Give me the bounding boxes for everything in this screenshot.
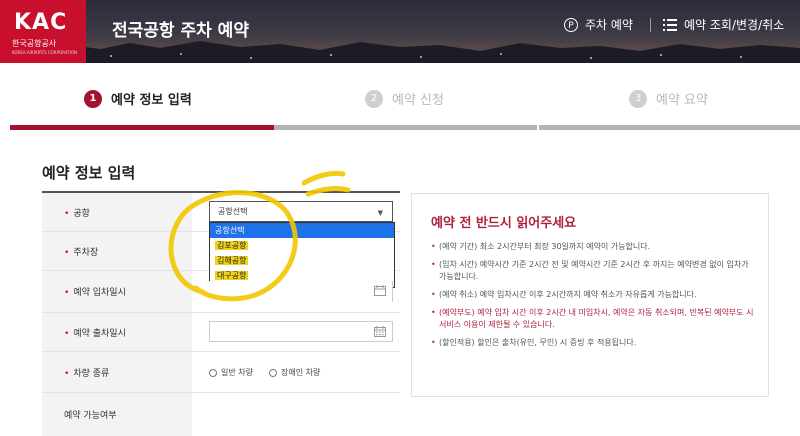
vehicle-type-label: 차량 종류 [73, 368, 110, 379]
nav-reservation-manage-label: 예약 조회/변경/취소 [684, 18, 785, 32]
airport-option[interactable]: 공항선택 [210, 223, 394, 238]
vehicle-option-disabled[interactable]: 장애인 차량 [268, 367, 320, 378]
notice-item: (예약 취소) 예약 입차시간 이후 2시간까지 예약 취소가 자유롭게 가능합… [431, 289, 757, 301]
step-1-label: 예약 정보 입력 [111, 93, 192, 108]
step-2-label: 예약 신청 [392, 93, 444, 108]
airport-dropdown-list: 공항선택 김포공항 김해공항 대구공항 [209, 222, 395, 288]
nav-divider [650, 18, 651, 32]
notice-item-warning: (예약부도) 예약 입차 시간 이후 2시간 내 미입차시, 예약은 자동 취소… [431, 307, 757, 331]
notice-title: 예약 전 반드시 읽어주세요 [431, 216, 577, 231]
airport-label: 공항 [73, 208, 90, 219]
step-3-number: 3 [629, 89, 647, 108]
notice-item: (할인적용) 할인은 출차(유인, 무인) 시 증빙 후 적용됩니다. [431, 337, 757, 349]
site-header: KAC 한국공항공사 KOREA AIRPORTS CORPORATION 전국… [0, 0, 800, 63]
step-2: 2 예약 신청 [365, 89, 444, 108]
bullet: • [64, 288, 70, 298]
exit-datetime-input[interactable] [209, 321, 393, 342]
radio-button[interactable] [268, 368, 277, 377]
step-1: 1 예약 정보 입력 [84, 89, 192, 108]
step-progress-bar [10, 125, 800, 130]
nav-parking-reservation[interactable]: P 주차 예약 [564, 16, 633, 33]
notice-item: (입차 시간) 예약시간 기준 2시간 전 및 예약시간 기준 2시간 후 까지… [431, 259, 757, 283]
step-progress-fill [10, 125, 274, 130]
step-1-number: 1 [84, 89, 102, 108]
logo-english-text: KOREA AIRPORTS CORPORATION [12, 50, 77, 55]
kac-logo[interactable]: KAC 한국공항공사 KOREA AIRPORTS CORPORATION [0, 0, 86, 63]
vehicle-type-radio-group: 일반 차량 장애인 차량 [209, 367, 336, 378]
step-indicator: 1 예약 정보 입력 2 예약 신청 3 예약 요약 [0, 63, 800, 130]
entry-datetime-input[interactable] [209, 281, 393, 302]
progress-divider [537, 125, 539, 130]
section-title: 예약 정보 입력 [42, 164, 136, 182]
step-2-number: 2 [365, 89, 383, 108]
bullet: • [64, 247, 70, 258]
availability-label: 예약 가능여부 [64, 411, 117, 421]
notice-box: 예약 전 반드시 읽어주세요 (예약 기간) 최소 2시간부터 최장 30일까지… [411, 193, 769, 397]
row-availability: 예약 가능여부 [42, 393, 400, 436]
airport-option[interactable]: 김해공항 [210, 253, 394, 268]
list-icon [663, 18, 677, 31]
site-title: 전국공항 주차 예약 [112, 21, 249, 41]
notice-item: (예약 기간) 최소 2시간부터 최장 30일까지 예약이 가능합니다. [431, 241, 757, 253]
logo-text: KAC [14, 10, 68, 35]
parking-icon: P [564, 17, 578, 32]
chevron-down-icon: ▼ [377, 209, 383, 217]
bullet: • [64, 208, 70, 219]
step-3: 3 예약 요약 [629, 89, 708, 108]
logo-korean-text: 한국공항공사 [12, 39, 57, 48]
vehicle-option-regular[interactable]: 일반 차량 [209, 367, 253, 378]
airport-option[interactable]: 김포공항 [210, 238, 394, 253]
nav-reservation-manage[interactable]: 예약 조회/변경/취소 [663, 16, 784, 33]
bullet: • [64, 368, 70, 379]
entry-datetime-label: 예약 입차일시 [73, 288, 126, 298]
airport-select[interactable]: 공항선택 ▼ [209, 201, 393, 222]
calendar-icon[interactable] [374, 285, 386, 296]
parking-lot-label: 주차장 [73, 247, 99, 258]
radio-button[interactable] [209, 368, 217, 377]
airport-select-value: 공항선택 [218, 207, 248, 216]
nav-parking-reservation-label: 주차 예약 [585, 18, 633, 32]
calendar-icon[interactable] [374, 326, 386, 337]
bullet: • [64, 328, 70, 339]
exit-datetime-label: 예약 출차일시 [73, 328, 126, 339]
step-3-label: 예약 요약 [656, 93, 708, 108]
notice-list: (예약 기간) 최소 2시간부터 최장 30일까지 예약이 가능합니다. (입차… [431, 241, 757, 355]
